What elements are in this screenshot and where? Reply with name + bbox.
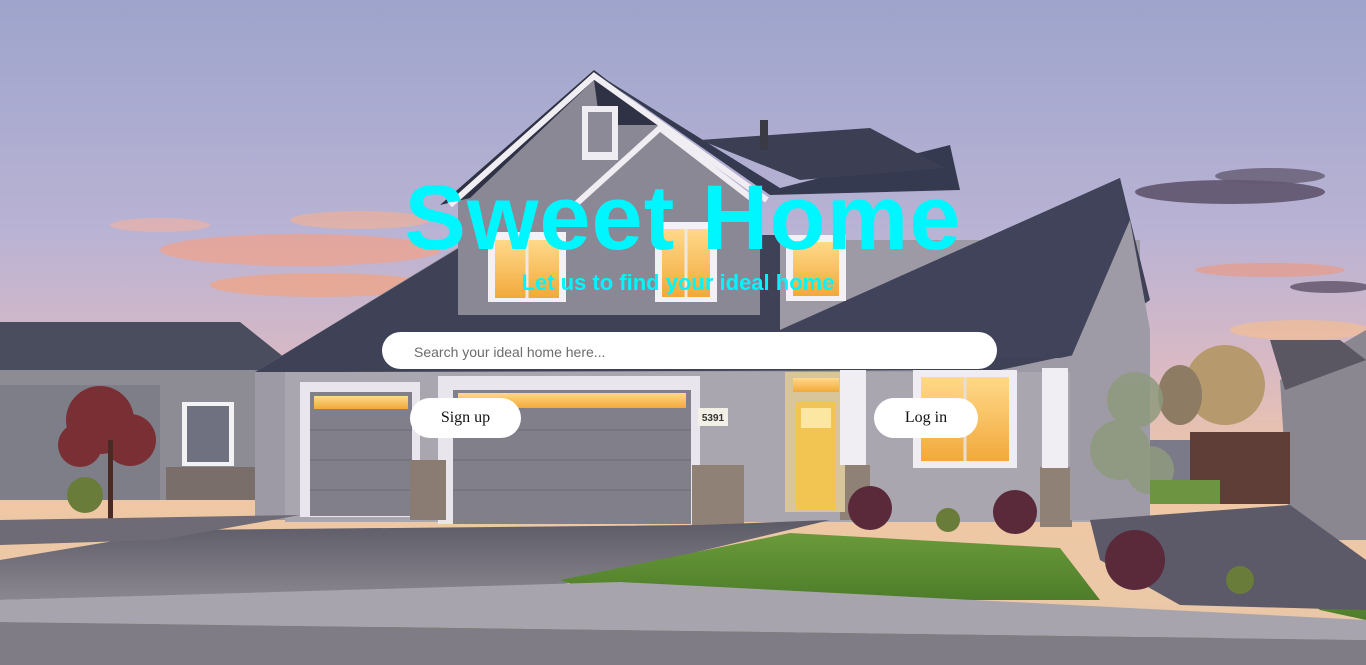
hero-title: Sweet Home bbox=[404, 167, 962, 269]
log-in-button[interactable]: Log in bbox=[874, 398, 978, 438]
hero-subtitle: Let us to find your ideal home bbox=[521, 270, 835, 295]
house-number: 5391 bbox=[702, 413, 725, 424]
sign-up-button[interactable]: Sign up bbox=[410, 398, 521, 438]
search-bar[interactable] bbox=[382, 332, 997, 371]
search-input[interactable] bbox=[412, 332, 976, 371]
